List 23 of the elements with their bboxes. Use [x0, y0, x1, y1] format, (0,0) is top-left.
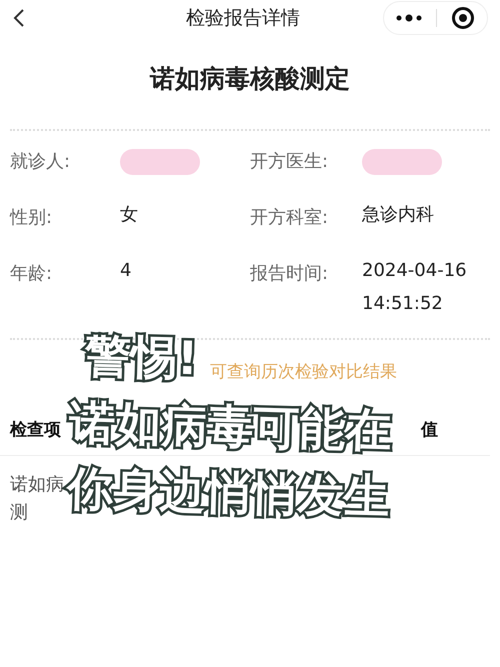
field-value: 4 — [120, 259, 132, 284]
field-value: 女 — [120, 203, 139, 227]
field-label: 开方科室: — [250, 206, 330, 229]
field-label: 就诊人: — [10, 150, 72, 173]
page-title: 检验报告详情 — [186, 6, 300, 31]
close-icon[interactable] — [451, 6, 475, 30]
item-name: 诺如病 — [10, 473, 64, 496]
overlay-caption: 你身边悄悄发生 — [66, 460, 390, 526]
field-label: 性别: — [10, 206, 54, 229]
field-label: 年龄: — [10, 262, 54, 286]
more-icon[interactable] — [396, 14, 422, 22]
overlay-caption: 警惕! — [84, 327, 199, 388]
history-link[interactable]: 可查询历次检验对比结果 — [210, 362, 397, 382]
field-value: 急诊内科 — [362, 203, 435, 227]
report-title: 诺如病毒核酸测定 — [148, 63, 351, 95]
column-header: 值 — [421, 419, 438, 442]
back-icon[interactable] — [12, 8, 26, 28]
column-header: 检查项 — [10, 419, 61, 442]
field-label: 开方医生: — [250, 150, 330, 173]
item-name: 测 — [10, 501, 28, 524]
overlay-caption: 诺如病毒可能在 — [68, 394, 392, 460]
field-value: 2024-04-16 14:51:52 — [362, 259, 468, 316]
field-label: 报告时间: — [250, 262, 330, 286]
